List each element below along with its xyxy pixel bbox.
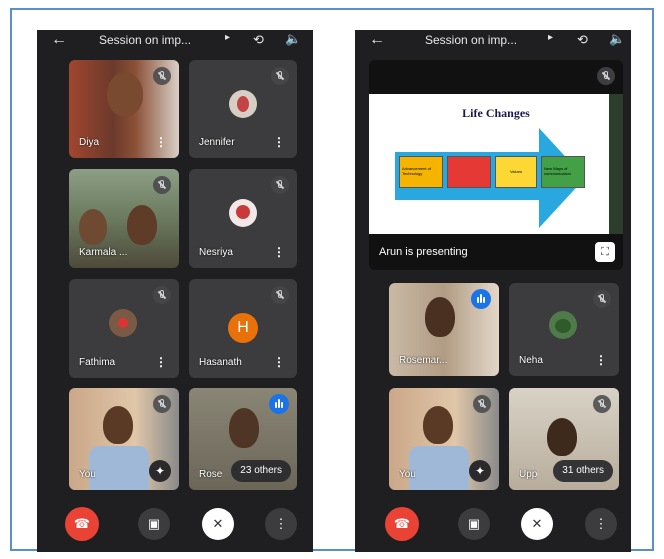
slide: Life Changes Advancement of Technology V… <box>369 94 623 234</box>
person-image <box>229 408 259 448</box>
participant-name: Hasanath <box>199 357 242 368</box>
participant-tile[interactable]: Nesriya ⋮ <box>189 169 297 268</box>
person-image <box>409 446 469 490</box>
camera-icon[interactable]: ▣ <box>138 508 170 540</box>
participant-name: Rose <box>199 469 223 480</box>
participant-name: You <box>399 469 416 480</box>
person-image <box>79 209 107 245</box>
mic-off-icon <box>153 176 171 194</box>
mic-off-icon[interactable]: ✕ <box>202 508 234 540</box>
mic-off-icon <box>597 67 615 85</box>
person-image <box>103 406 133 444</box>
speaking-icon <box>269 394 289 414</box>
participant-tile[interactable]: Jennifer ⋮ <box>189 60 297 158</box>
more-icon[interactable]: ⋮ <box>273 135 285 149</box>
avatar <box>229 199 257 227</box>
switch-camera-icon[interactable]: ⟲ <box>577 32 588 48</box>
avatar <box>109 309 137 337</box>
participant-tile[interactable]: You ✦ <box>69 388 179 490</box>
participant-tile[interactable]: Neha ⋮ <box>509 283 619 376</box>
participant-name: Rosemar... <box>399 355 448 366</box>
mic-off-icon <box>271 286 289 304</box>
participant-tile[interactable]: Upp 31 others <box>509 388 619 490</box>
mic-off-icon[interactable]: ✕ <box>521 508 553 540</box>
others-count[interactable]: 23 others <box>231 460 291 482</box>
meeting-title[interactable]: Session on imp... <box>425 33 555 47</box>
avatar <box>229 90 257 118</box>
mic-off-icon <box>593 290 611 308</box>
slide-title: Life Changes <box>462 106 530 120</box>
presentation-tile[interactable]: Life Changes Advancement of Technology V… <box>369 60 623 270</box>
participant-name: Diya <box>79 137 100 148</box>
mic-off-icon <box>271 176 289 194</box>
switch-camera-icon[interactable]: ⟲ <box>253 32 264 48</box>
top-bar: ← Session on imp... ▸ ⟲ 🔈 <box>37 30 313 54</box>
effects-icon[interactable]: ✦ <box>469 460 491 482</box>
participant-name: Jennifer <box>199 137 235 148</box>
meet-screen-right: ← Session on imp... ▸ ⟲ 🔈 Life Changes A… <box>355 30 631 552</box>
participant-tile[interactable]: Rosemar... <box>389 283 499 376</box>
participant-name: Neha <box>519 355 543 366</box>
person-image <box>425 297 455 337</box>
slide-box: Values <box>495 156 537 188</box>
more-icon[interactable]: ⋮ <box>595 353 607 367</box>
participant-tile[interactable]: H Hasanath ⋮ <box>189 279 297 378</box>
more-icon[interactable]: ⋮ <box>265 508 297 540</box>
meet-screen-left: ← Session on imp... ▸ ⟲ 🔈 Diya ⋮ Jennife… <box>37 30 313 552</box>
participant-tile[interactable]: Karmala ... <box>69 169 179 268</box>
chevron-right-icon[interactable]: ▸ <box>225 32 230 43</box>
camera-icon[interactable]: ▣ <box>458 508 490 540</box>
back-arrow-icon[interactable]: ← <box>369 31 385 49</box>
others-count[interactable]: 31 others <box>553 460 613 482</box>
end-call-icon[interactable]: ☎ <box>65 507 99 541</box>
mic-off-icon <box>473 395 491 413</box>
mic-off-icon <box>153 286 171 304</box>
mic-off-icon <box>153 395 171 413</box>
more-icon[interactable]: ⋮ <box>585 508 617 540</box>
person-image <box>89 446 149 490</box>
participant-tile[interactable]: Fathima ⋮ <box>69 279 179 378</box>
slide-box: Advancement of Technology <box>399 156 443 188</box>
back-arrow-icon[interactable]: ← <box>51 31 67 49</box>
avatar: H <box>228 313 258 343</box>
mic-off-icon <box>593 395 611 413</box>
speaker-icon[interactable]: 🔈 <box>285 31 301 47</box>
person-image <box>107 72 143 116</box>
slide-edge <box>609 94 623 234</box>
participant-tile[interactable]: Diya ⋮ <box>69 60 179 158</box>
chevron-right-icon[interactable]: ▸ <box>548 32 553 43</box>
meeting-title[interactable]: Session on imp... <box>99 33 229 47</box>
mic-off-icon <box>271 67 289 85</box>
call-controls: ☎ ▣ ✕ ⋮ <box>37 502 313 552</box>
presenting-caption: Arun is presenting <box>379 246 468 258</box>
participant-name: You <box>79 469 96 480</box>
speaker-icon[interactable]: 🔈 <box>609 31 625 47</box>
person-image <box>423 406 453 444</box>
more-icon[interactable]: ⋮ <box>155 135 167 149</box>
participant-name: Upp <box>519 469 538 480</box>
slide-box: New Ways of communication <box>541 156 585 188</box>
participant-name: Karmala ... <box>79 247 128 258</box>
person-image <box>127 205 157 245</box>
top-bar: ← Session on imp... ▸ ⟲ 🔈 <box>355 30 631 54</box>
participant-name: Nesriya <box>199 247 233 258</box>
end-call-icon[interactable]: ☎ <box>385 507 419 541</box>
speaking-icon <box>471 289 491 309</box>
slide-box <box>447 156 491 188</box>
mic-off-icon <box>153 67 171 85</box>
call-controls: ☎ ▣ ✕ ⋮ <box>355 502 631 552</box>
avatar <box>549 311 577 339</box>
more-icon[interactable]: ⋮ <box>273 245 285 259</box>
person-image <box>547 418 577 456</box>
fullscreen-icon[interactable]: ⛶ <box>595 242 615 262</box>
participant-name: Fathima <box>79 357 116 368</box>
more-icon[interactable]: ⋮ <box>155 355 167 369</box>
participant-tile[interactable]: Rose 23 others <box>189 388 297 490</box>
effects-icon[interactable]: ✦ <box>149 460 171 482</box>
more-icon[interactable]: ⋮ <box>273 355 285 369</box>
participant-tile[interactable]: You ✦ <box>389 388 499 490</box>
